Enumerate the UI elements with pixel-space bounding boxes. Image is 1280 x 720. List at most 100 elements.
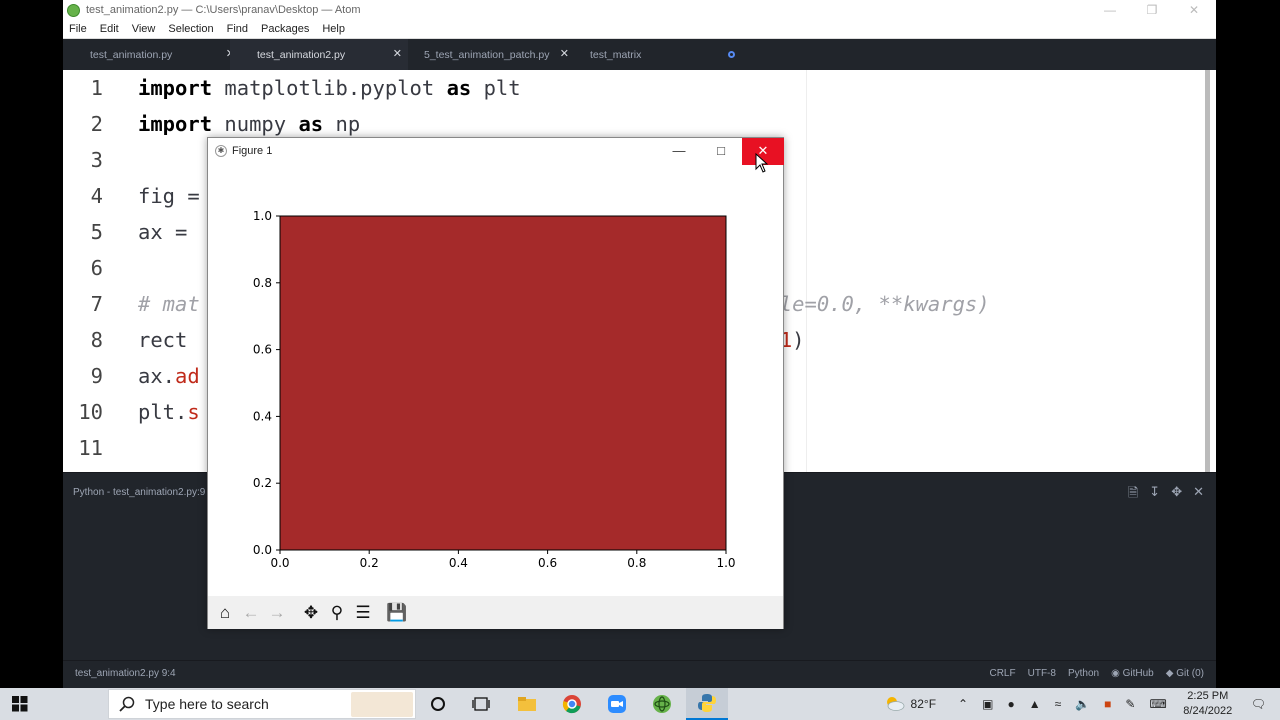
meet-now-icon[interactable]: ▣ xyxy=(982,697,993,711)
tab-test-matrix[interactable]: test_matrix xyxy=(563,39,741,70)
close-panel-icon[interactable]: ✕ xyxy=(1193,484,1204,506)
zoom-icon[interactable]: ⚲ xyxy=(324,600,350,626)
tab-test-animation[interactable]: test_animation.py ✕ xyxy=(63,39,241,70)
desktop: test_animation2.py — C:\Users\pranav\Des… xyxy=(0,0,1280,720)
code-text: ax = xyxy=(138,218,200,246)
plot-axes: 0.0 0.2 0.4 0.6 0.8 1.0 0.0 0.2 0.4 0.6 0.8 1.0 xyxy=(253,209,736,570)
status-github[interactable]: ◉ GitHub xyxy=(1111,668,1154,679)
code-token: s xyxy=(187,400,200,424)
atom-app-icon[interactable] xyxy=(641,688,683,720)
menu-selection[interactable]: Selection xyxy=(168,23,213,35)
code-token: import xyxy=(138,112,213,136)
clock-time: 2:25 PM xyxy=(1187,690,1229,702)
taskbar-search-box[interactable]: Type here to search xyxy=(108,689,416,719)
status-git[interactable]: ◆ Git (0) xyxy=(1166,668,1204,679)
status-grammar[interactable]: Python xyxy=(1068,668,1099,679)
keyboard-icon[interactable]: ⌨ xyxy=(1149,697,1166,711)
task-view-icon[interactable] xyxy=(460,688,502,720)
line-number: 5 xyxy=(90,220,103,244)
menu-edit[interactable]: Edit xyxy=(100,23,119,35)
forward-icon[interactable]: → xyxy=(264,600,290,626)
status-bar: test_animation2.py 9:4 CRLF UTF-8 Python… xyxy=(63,660,1216,688)
microphone-icon[interactable]: ● xyxy=(1007,697,1014,711)
cortana-icon[interactable] xyxy=(417,688,459,720)
maximize-icon[interactable]: □ xyxy=(700,138,742,165)
panel-title: Python - test_animation2.py:9 xyxy=(73,487,206,498)
configure-icon[interactable]: ☰ xyxy=(350,600,376,626)
wifi-icon[interactable]: ≈ xyxy=(1055,697,1062,711)
menu-file[interactable]: File xyxy=(69,23,87,35)
figure-title: Figure 1 xyxy=(232,145,273,157)
move-icon[interactable]: ✥ xyxy=(1171,484,1182,506)
code-token: ad xyxy=(175,364,200,388)
x-tick-label: 0.0 xyxy=(270,556,289,570)
tab-test-animation-patch[interactable]: 5_test_animation_patch.py ✕ xyxy=(397,39,575,70)
menu-bar: File Edit View Selection Find Packages H… xyxy=(63,20,1216,39)
clock[interactable]: 2:25 PM 8/24/2022 xyxy=(1173,689,1243,719)
chrome-icon[interactable] xyxy=(551,688,593,720)
home-icon[interactable]: ⌂ xyxy=(212,600,238,626)
y-tick-label: 0.0 xyxy=(253,543,272,557)
line-number: 8 xyxy=(90,328,103,352)
y-tick-label: 0.6 xyxy=(253,343,272,357)
code-token: # mat xyxy=(138,292,200,316)
chevron-up-icon[interactable]: ⌃ xyxy=(958,697,968,711)
weather-temp[interactable]: 82°F xyxy=(911,697,936,711)
pan-icon[interactable]: ✥ xyxy=(298,600,324,626)
volume-icon[interactable]: 🔈 xyxy=(1075,697,1090,711)
code-text: import numpy as np xyxy=(138,110,360,138)
code-line[interactable]: 1 import matplotlib.pyplot as plt xyxy=(63,74,1203,110)
menu-packages[interactable]: Packages xyxy=(261,23,309,35)
github-icon: ◉ xyxy=(1111,668,1120,679)
zoom-app-icon[interactable] xyxy=(596,688,638,720)
menu-view[interactable]: View xyxy=(132,23,156,35)
line-number: 6 xyxy=(90,256,103,280)
network-app-icon[interactable]: ▲ xyxy=(1029,697,1041,711)
figure-canvas: 0.0 0.2 0.4 0.6 0.8 1.0 0.0 0.2 0.4 0.6 0.8 1.0 xyxy=(253,209,736,570)
start-button[interactable] xyxy=(0,688,40,720)
close-icon[interactable]: ✕ xyxy=(1173,0,1215,20)
download-icon[interactable]: ↧ xyxy=(1149,484,1160,506)
code-token: plt. xyxy=(138,400,188,424)
python-app-icon[interactable] xyxy=(686,688,728,720)
weather-icon[interactable] xyxy=(883,695,905,714)
code-token: np xyxy=(323,112,361,136)
clock-date: 8/24/2022 xyxy=(1183,705,1233,717)
windows-icon xyxy=(12,696,28,712)
x-tick-label: 0.2 xyxy=(360,556,379,570)
status-line-ending[interactable]: CRLF xyxy=(989,668,1015,679)
menu-find[interactable]: Find xyxy=(227,23,248,35)
back-icon[interactable]: ← xyxy=(238,600,264,626)
code-text: fig = xyxy=(138,182,200,210)
system-tray: 82°F ⌃ ▣ ● ▲ ≈ 🔈 ■ ✎ ⌨ 2:25 PM 8/24/2022… xyxy=(883,688,1280,720)
atom-titlebar: test_animation2.py — C:\Users\pranav\Des… xyxy=(63,0,1216,20)
notifications-icon[interactable]: 🗨 xyxy=(1251,697,1266,711)
figure-titlebar: ✱ Figure 1 — □ ✕ xyxy=(208,138,784,165)
x-tick-label: 0.6 xyxy=(538,556,557,570)
tab-test-animation2[interactable]: test_animation2.py ✕ xyxy=(230,39,408,70)
y-tick-label: 0.2 xyxy=(253,476,272,490)
code-text: plt.s xyxy=(138,398,200,426)
pen-icon[interactable]: ✎ xyxy=(1125,697,1135,711)
modified-dot-icon xyxy=(728,51,735,58)
file-explorer-icon[interactable] xyxy=(506,688,548,720)
menu-help[interactable]: Help xyxy=(322,23,345,35)
x-tick-label: 0.8 xyxy=(627,556,646,570)
restore-icon[interactable]: ❐ xyxy=(1131,0,1173,20)
status-encoding[interactable]: UTF-8 xyxy=(1028,668,1056,679)
atom-app-icon xyxy=(67,3,80,17)
minimize-icon[interactable]: — xyxy=(1089,0,1131,20)
code-token: ax = xyxy=(138,220,200,244)
search-highlight-image xyxy=(351,692,413,717)
line-number: 3 xyxy=(90,148,103,172)
editor-scrollbar[interactable] xyxy=(1205,70,1210,472)
copy-icon[interactable]: 🗎 xyxy=(1128,484,1138,506)
minimize-icon[interactable]: — xyxy=(658,138,700,165)
save-icon[interactable]: 💾 xyxy=(384,600,410,626)
status-file-position[interactable]: test_animation2.py 9:4 xyxy=(75,668,176,679)
code-token: numpy xyxy=(212,112,299,136)
code-token: as xyxy=(298,112,324,136)
github-label: GitHub xyxy=(1122,668,1154,679)
line-number: 10 xyxy=(78,400,103,424)
app-tray-icon[interactable]: ■ xyxy=(1104,697,1111,711)
